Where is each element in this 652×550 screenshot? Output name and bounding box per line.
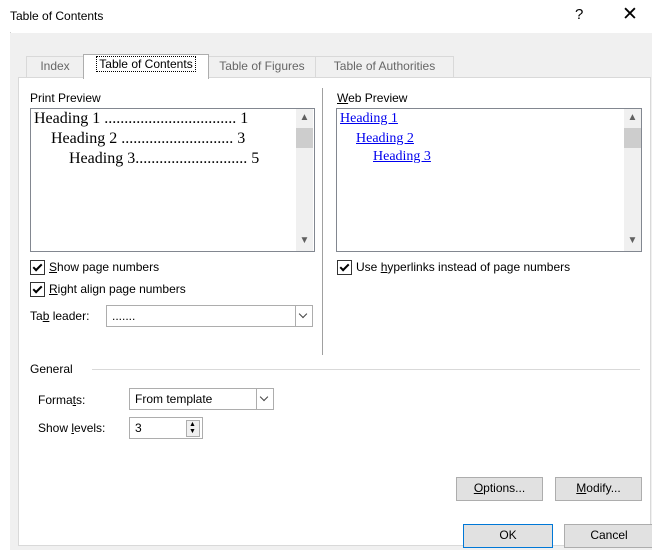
tab-leader-label: Tab leader: (30, 309, 90, 323)
show-page-numbers-checkbox[interactable] (30, 260, 45, 275)
show-levels-stepper[interactable]: 3 ▲ ▼ (129, 417, 203, 439)
tab-index[interactable]: Index (26, 56, 84, 77)
web-preview-label: Web Preview (337, 91, 408, 105)
tab-table-of-figures[interactable]: Table of Figures (208, 56, 316, 77)
dialog-title: Table of Contents (10, 9, 104, 23)
chevron-down-icon[interactable] (295, 306, 312, 326)
print-preview-scrollbar[interactable]: ▲ ▼ (296, 109, 313, 251)
scroll-thumb[interactable] (296, 128, 313, 148)
column-divider (322, 88, 323, 355)
show-levels-label: Show levels: (38, 421, 106, 435)
general-label: General (30, 362, 73, 376)
print-preview-label: Print Preview (30, 91, 101, 105)
tab-table-of-authorities[interactable]: Table of Authorities (315, 56, 454, 77)
use-hyperlinks-checkbox[interactable] (337, 260, 352, 275)
print-entry-3: Heading 3............................ 5 (69, 150, 260, 167)
show-levels-value: 3 (135, 421, 142, 435)
formats-value: From template (135, 392, 213, 406)
scroll-up-icon[interactable]: ▲ (296, 112, 313, 123)
general-divider (92, 369, 640, 370)
help-button[interactable]: ? (575, 6, 583, 23)
web-preview-box[interactable]: Heading 1 Heading 2 Heading 3 ▲ ▼ (336, 108, 642, 252)
scroll-thumb[interactable] (624, 128, 641, 148)
stepper-buttons[interactable]: ▲ ▼ (186, 420, 200, 437)
options-button[interactable]: Options... (456, 477, 543, 501)
use-hyperlinks-label: Use hyperlinks instead of page numbers (356, 260, 571, 274)
modify-button[interactable]: Modify... (555, 477, 642, 501)
show-page-numbers-label: Show page numbers (49, 260, 160, 274)
print-entry-2: Heading 2 ............................ 3 (51, 130, 246, 147)
tab-label: Table of Contents (96, 56, 196, 72)
web-link-1[interactable]: Heading 1 (340, 111, 398, 127)
close-button[interactable]: ✕ (622, 3, 638, 26)
chevron-down-icon[interactable] (256, 389, 273, 409)
scroll-up-icon[interactable]: ▲ (624, 112, 641, 123)
scroll-down-icon[interactable]: ▼ (296, 235, 313, 246)
ok-button[interactable]: OK (463, 524, 553, 548)
web-link-2[interactable]: Heading 2 (356, 131, 414, 147)
stepper-up-icon[interactable]: ▲ (189, 421, 196, 428)
web-link-3[interactable]: Heading 3 (373, 149, 431, 165)
print-preview-box[interactable]: Heading 1 ..............................… (30, 108, 315, 252)
scroll-down-icon[interactable]: ▼ (624, 235, 641, 246)
cancel-button[interactable]: Cancel (564, 524, 652, 548)
formats-label: Formats: (38, 393, 86, 407)
tab-table-of-contents[interactable]: Table of Contents (83, 54, 209, 79)
web-preview-scrollbar[interactable]: ▲ ▼ (624, 109, 641, 251)
print-entry-1: Heading 1 ..............................… (34, 110, 249, 127)
formats-select[interactable]: From template (129, 388, 274, 410)
right-align-label: Right align page numbers (49, 282, 186, 296)
tab-leader-value: ....... (112, 309, 136, 323)
stepper-down-icon[interactable]: ▼ (189, 428, 196, 435)
tab-leader-select[interactable]: ....... (106, 305, 313, 327)
right-align-checkbox[interactable] (30, 282, 45, 297)
